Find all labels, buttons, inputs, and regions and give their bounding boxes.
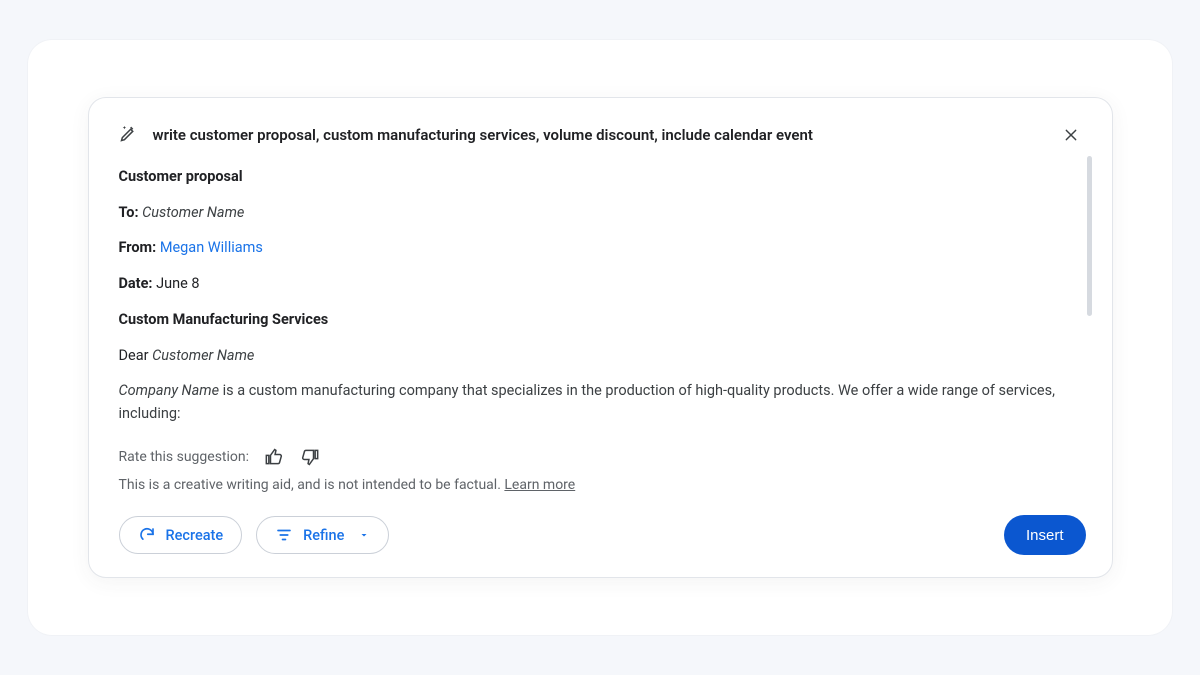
salutation-name: Customer Name [152, 347, 254, 364]
thumbs-down-button[interactable] [297, 443, 325, 471]
scrollbar[interactable] [1087, 156, 1092, 316]
doc-to-line: To: Customer Name [119, 202, 1072, 224]
prompt-text: write customer proposal, custom manufact… [153, 126, 1042, 144]
refresh-icon [138, 526, 156, 544]
learn-more-link[interactable]: Learn more [504, 477, 575, 493]
body-company: Company Name [119, 382, 220, 399]
close-icon [1063, 127, 1079, 143]
magic-pencil-icon [119, 123, 139, 147]
doc-body: Company Name is a custom manufacturing c… [119, 380, 1072, 425]
doc-title: Customer proposal [119, 166, 1072, 188]
refine-label: Refine [303, 527, 344, 544]
salutation-prefix: Dear [119, 347, 149, 364]
disclaimer-row: This is a creative writing aid, and is n… [119, 477, 1086, 493]
body-rest: is a custom manufacturing company that s… [119, 382, 1055, 421]
chevron-down-icon [358, 529, 370, 541]
doc-subject: Custom Manufacturing Services [119, 309, 1072, 331]
from-value: Megan Williams [160, 239, 263, 256]
thumbs-up-button[interactable] [259, 443, 287, 471]
ai-suggestion-panel: write customer proposal, custom manufact… [88, 97, 1113, 578]
thumbs-up-icon [263, 447, 283, 467]
thumbs-down-icon [301, 447, 321, 467]
date-label: Date: [119, 275, 153, 292]
to-label: To: [119, 204, 139, 221]
actions-row: Recreate Refine Insert [119, 515, 1086, 555]
close-button[interactable] [1056, 120, 1086, 150]
insert-button[interactable]: Insert [1004, 515, 1086, 555]
rate-label: Rate this suggestion: [119, 449, 250, 465]
panel-header: write customer proposal, custom manufact… [119, 120, 1086, 150]
doc-date-line: Date: June 8 [119, 273, 1072, 295]
disclaimer-text: This is a creative writing aid, and is n… [119, 477, 501, 493]
recreate-label: Recreate [166, 527, 224, 544]
doc-salutation: Dear Customer Name [119, 345, 1072, 367]
to-value: Customer Name [142, 204, 244, 221]
recreate-button[interactable]: Recreate [119, 516, 243, 554]
doc-from-line: From: Megan Williams [119, 237, 1072, 259]
date-value: June 8 [156, 275, 199, 292]
feedback-row: Rate this suggestion: [119, 443, 1086, 471]
from-label: From: [119, 239, 157, 256]
outer-card: write customer proposal, custom manufact… [28, 40, 1172, 635]
filter-icon [275, 526, 293, 544]
refine-button[interactable]: Refine [256, 516, 389, 554]
suggestion-content: Customer proposal To: Customer Name From… [119, 166, 1086, 425]
